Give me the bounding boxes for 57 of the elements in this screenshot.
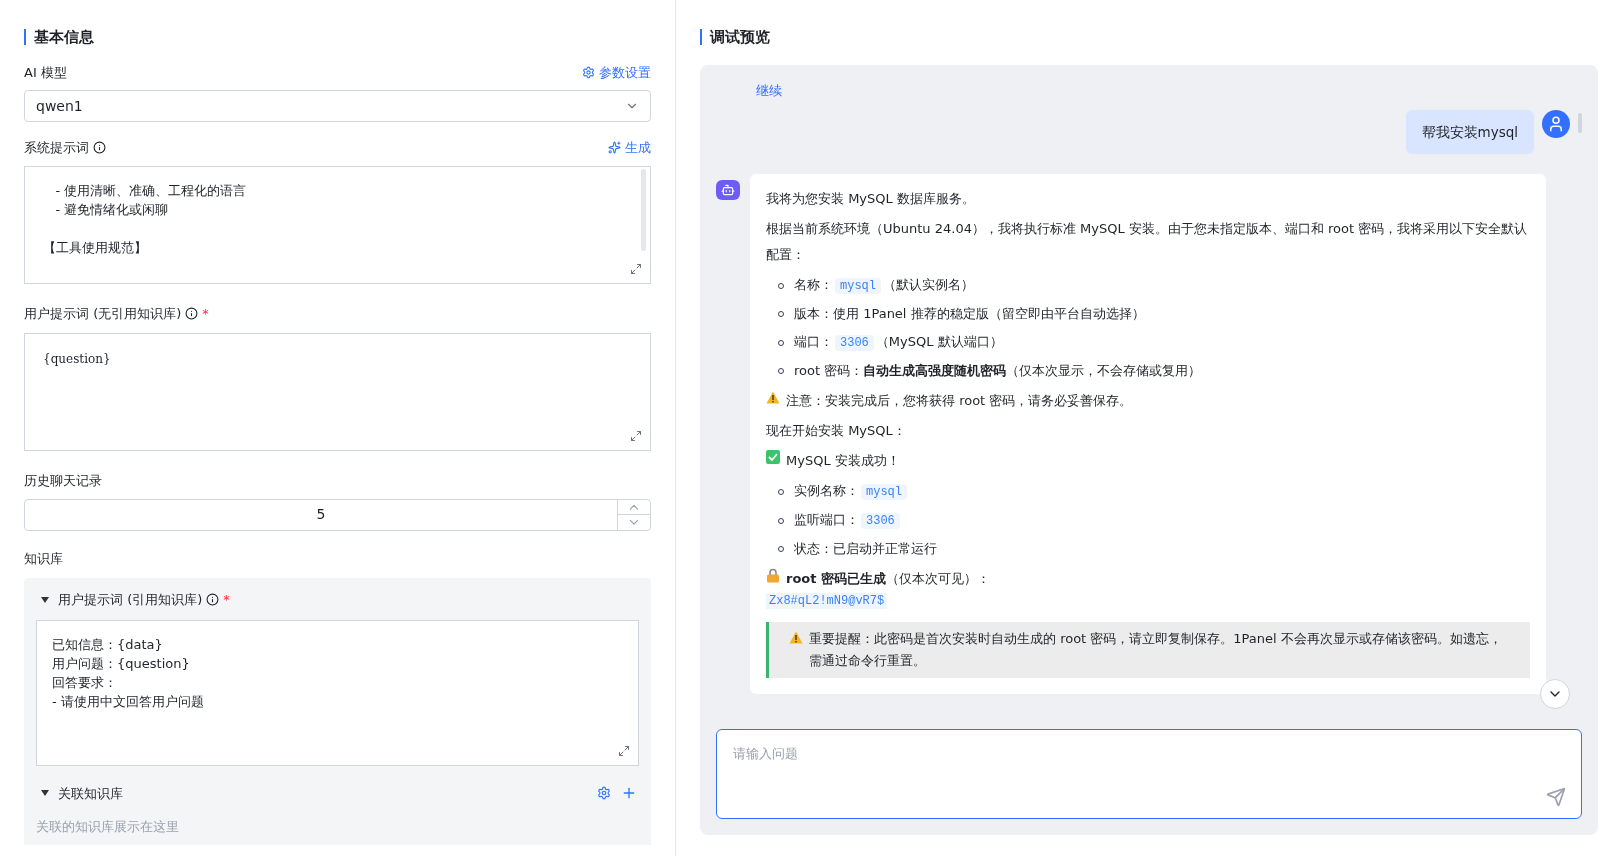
message-paragraph: root 密码已生成（仅本次可见）： [786, 570, 990, 589]
expand-icon[interactable] [630, 430, 642, 442]
info-icon [206, 593, 220, 607]
list-item: 状态：已启动并正常运行 [794, 540, 937, 559]
field-label: 系统提示词 [24, 139, 89, 157]
warning-icon [766, 391, 780, 405]
generate-link[interactable]: 生成 [608, 138, 651, 158]
settings-icon [582, 65, 595, 79]
password-code: Zx8#qL2!mN9@vR7$ [766, 593, 888, 610]
required-mark: * [223, 591, 230, 609]
list-item: 实例名称： mysql [794, 478, 909, 506]
list-item: 监听端口： 3306 [794, 507, 902, 535]
question-input[interactable]: 请输入问题 [716, 728, 1582, 819]
check-icon [766, 450, 780, 465]
knowledge-prompt-field[interactable]: 已知信息：{data} 用户问题：{question} 回答要求： - 请使用中文回答用户问题 [36, 619, 639, 766]
quote-text: 重要提醒：此密码是首次安装时自动生成的 root 密码，请立即复制保存。1Panel 不会再次显示或存储该密码。如遗忘，需通过命令行重置。 [809, 630, 1503, 671]
bot-avatar [716, 180, 740, 201]
message-paragraph: MySQL 安装成功！ [786, 452, 900, 471]
expand-icon[interactable] [630, 262, 642, 275]
send-icon[interactable] [1546, 786, 1566, 807]
list-item: root 密码：自动生成高强度随机密码（仅本次显示，不会存储或复用） [794, 362, 1202, 381]
system-prompt-field[interactable]: - 使用清晰、准确、工程化的语言 - 避免情绪化或闲聊 【工具使用规范】 [24, 165, 651, 284]
section-label: 关联知识库 [58, 784, 123, 803]
message-paragraph: 注意：安装完成后，您将获得 root 密码，请务必妥善保存。 [786, 392, 1133, 411]
info-icon [185, 306, 199, 320]
info-icon [93, 141, 106, 155]
field-label: AI 模型 [24, 63, 67, 82]
message-paragraph: 现在开始安装 MySQL： [766, 422, 906, 441]
settings-icon[interactable] [597, 786, 611, 801]
list-item: 版本：使用 1Panel 推荐的稳定版（留空即由平台自动选择） [794, 305, 1145, 324]
section-title: 基本信息 [34, 27, 94, 48]
user-prompt-field[interactable]: {question} [24, 333, 651, 451]
section-label: 用户提示词 (引用知识库) [58, 591, 203, 609]
caret-icon[interactable] [40, 594, 50, 605]
message-paragraph: 我将为您安装 MySQL 数据库服务。 [766, 190, 975, 209]
prompt-line: - 避免情绪化或闲聊 [54, 200, 170, 219]
list-item: 端口： 3306 （MySQL 默认端口） [794, 333, 1003, 354]
continue-link[interactable]: 继续 [756, 80, 782, 100]
prompt-line: - 使用清晰、准确、工程化的语言 [54, 181, 248, 200]
settings-link[interactable]: 参数设置 [582, 62, 651, 82]
user-message: 帮我安装mysql [1405, 110, 1534, 155]
message-paragraph: 根据当前系统环境（Ubuntu 24.04），我将执行标准 MySQL 安装。由于您未指定版本、端口和 root 密码，我将采用以下安全默认配置： [766, 220, 1529, 265]
model-select[interactable]: qwen1 [24, 90, 651, 122]
expand-icon[interactable] [618, 744, 630, 757]
empty-hint: 关联的知识库展示在这里 [36, 818, 180, 836]
sparkle-icon [608, 141, 621, 155]
prompt-line: 【工具使用规范】 [43, 238, 148, 257]
field-label: 知识库 [24, 549, 64, 568]
user-avatar [1542, 110, 1570, 138]
list-item: 名称： mysql （默认实例名） [794, 276, 974, 297]
warning-icon [789, 631, 803, 645]
field-label: 历史聊天记录 [24, 472, 103, 490]
section-title: 调试预览 [710, 27, 770, 48]
lock-icon [766, 568, 780, 584]
scroll-down-button[interactable] [1540, 678, 1570, 709]
field-label: 用户提示词 (无引用知识库) [24, 304, 182, 323]
required-mark: * [202, 304, 209, 323]
